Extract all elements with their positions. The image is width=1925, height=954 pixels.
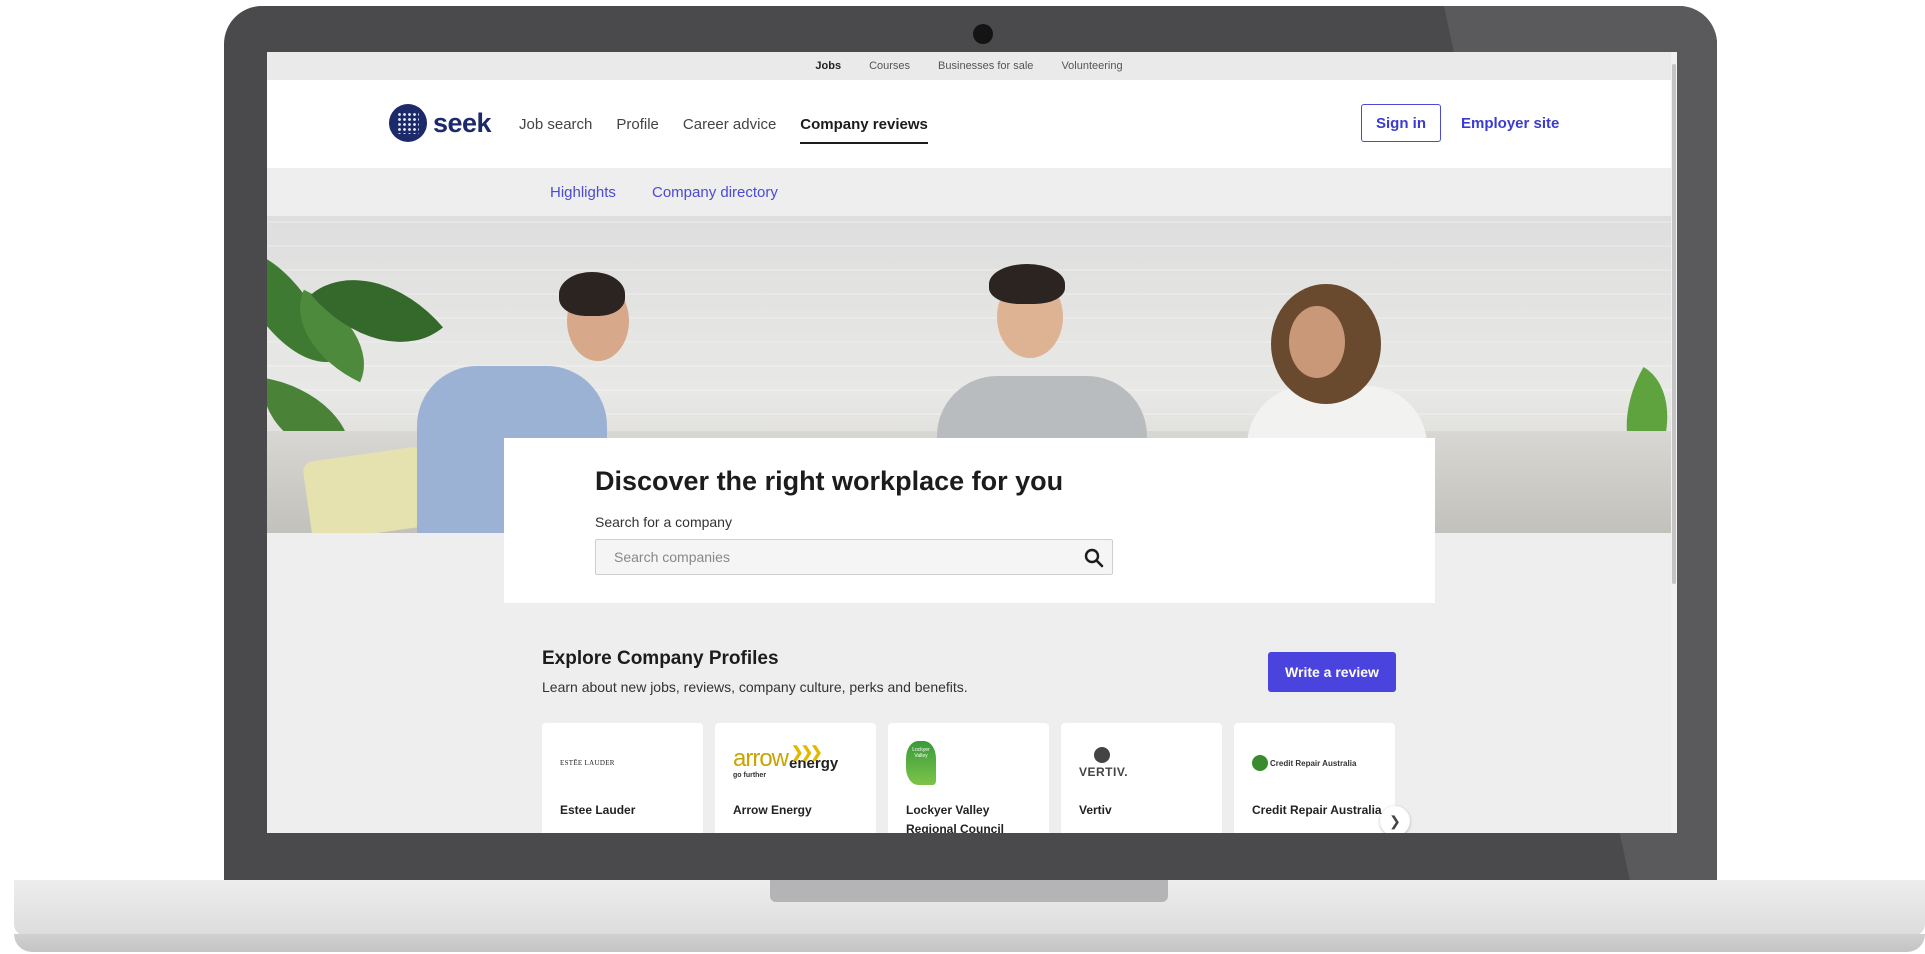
company-card-lockyer-valley[interactable]: Lockyer Valley Lockyer Valley Regional C… [888,723,1049,833]
laptop-base-bottom [14,934,1925,952]
topbar-item-businesses[interactable]: Businesses for sale [938,60,1033,72]
top-utility-bar: Jobs Courses Businesses for sale Volunte… [267,52,1671,80]
company-logo: ESTĒE LAUDER [560,759,615,767]
topbar-item-jobs[interactable]: Jobs [815,60,841,72]
laptop-hinge [770,880,1168,902]
sub-nav: Highlights Company directory [267,168,1671,216]
seek-logo[interactable]: seek [389,104,492,142]
explore-title: Explore Company Profiles [542,648,779,669]
site-header: seek Job search Profile Career advice Co… [267,80,1671,168]
company-name: Credit Repair Australia [1252,803,1382,817]
scrollbar-thumb[interactable] [1672,64,1676,584]
logo-text: seek [433,107,492,138]
nav-career-advice[interactable]: Career advice [683,80,776,168]
employer-site-link[interactable]: Employer site [1461,104,1559,142]
vertiv-logo-icon [1094,747,1110,763]
nav-job-search[interactable]: Job search [519,80,592,168]
topbar-item-volunteering[interactable]: Volunteering [1061,60,1122,72]
write-review-button[interactable]: Write a review [1268,652,1396,692]
company-name: Estee Lauder [560,803,636,817]
company-name: Arrow Energy [733,803,812,817]
company-logo: Credit Repair Australia [1252,741,1376,785]
company-cards: ESTĒE LAUDER Estee Lauder arrow energy ❯… [542,723,1395,833]
company-card-credit-repair[interactable]: Credit Repair Australia Credit Repair Au… [1234,723,1395,833]
search-input[interactable] [596,540,1074,574]
company-logo: VERTIV. [1079,741,1203,785]
search-label: Search for a company [595,514,732,530]
hero-title: Discover the right workplace for you [595,466,1064,496]
nav-company-reviews[interactable]: Company reviews [800,80,928,168]
camera [973,24,993,44]
sign-in-button[interactable]: Sign in [1361,104,1441,142]
explore-subtitle: Learn about new jobs, reviews, company c… [542,679,968,695]
nav-profile[interactable]: Profile [616,80,659,168]
company-card-estee-lauder[interactable]: ESTĒE LAUDER Estee Lauder [542,723,703,833]
subnav-company-directory[interactable]: Company directory [652,168,778,216]
search-card: Discover the right workplace for you Sea… [504,438,1435,603]
subnav-highlights[interactable]: Highlights [550,168,616,216]
company-logo: Lockyer Valley [906,741,1030,785]
scrollbar[interactable] [1671,52,1677,833]
search-box [595,539,1113,575]
chevron-right-icon: ❯ [1389,812,1401,829]
credit-repair-logo-icon [1252,755,1268,771]
company-logo: arrow energy ❯❯❯ go further [733,744,839,779]
company-name: Vertiv [1079,803,1112,817]
main-nav: Job search Profile Career advice Company… [519,80,928,168]
screen: Jobs Courses Businesses for sale Volunte… [267,52,1677,833]
lockyer-logo-icon: Lockyer Valley [906,741,936,785]
arrow-logo-icon: ❯❯❯ [791,744,823,761]
company-card-arrow-energy[interactable]: arrow energy ❯❯❯ go further Arrow Energy [715,723,876,833]
seek-logo-icon [389,104,427,142]
company-name: Lockyer Valley Regional Council [906,803,1005,833]
company-card-vertiv[interactable]: VERTIV. Vertiv [1061,723,1222,833]
carousel-next-button[interactable]: ❯ [1380,806,1410,833]
topbar-item-courses[interactable]: Courses [869,60,910,72]
search-icon[interactable] [1084,548,1104,568]
